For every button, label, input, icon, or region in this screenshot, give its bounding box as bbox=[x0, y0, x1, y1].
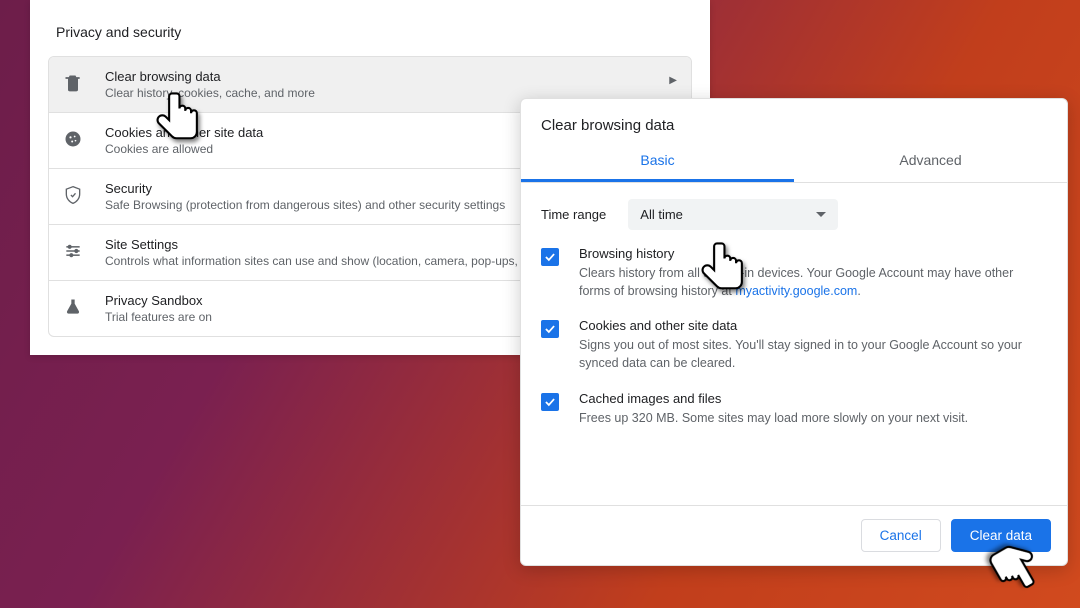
dialog-title: Clear browsing data bbox=[521, 99, 1067, 140]
option-title: Browsing history bbox=[579, 246, 1047, 261]
time-range-select[interactable]: All time bbox=[628, 199, 838, 230]
clear-browsing-data-dialog: Clear browsing data Basic Advanced Time … bbox=[520, 98, 1068, 566]
option-browsing-history: Browsing history Clears history from all… bbox=[541, 246, 1047, 300]
cursor-pointer-icon bbox=[155, 90, 203, 153]
shield-icon bbox=[63, 185, 83, 205]
sliders-icon bbox=[63, 241, 83, 261]
chevron-right-icon: ▶ bbox=[669, 75, 677, 86]
checkbox-cached[interactable] bbox=[541, 393, 559, 411]
tab-advanced[interactable]: Advanced bbox=[794, 140, 1067, 182]
settings-item-title: Clear browsing data bbox=[105, 69, 675, 84]
option-cookies: Cookies and other site data Signs you ou… bbox=[541, 318, 1047, 372]
cursor-pointer-icon bbox=[700, 240, 748, 303]
trash-icon bbox=[63, 73, 83, 93]
option-desc: Frees up 320 MB. Some sites may load mor… bbox=[579, 409, 1047, 427]
tab-basic[interactable]: Basic bbox=[521, 140, 794, 182]
flask-icon bbox=[63, 297, 83, 317]
dialog-tabs: Basic Advanced bbox=[521, 140, 1067, 183]
time-range-row: Time range All time bbox=[521, 183, 1067, 246]
caret-down-icon bbox=[816, 212, 826, 217]
section-title: Privacy and security bbox=[56, 24, 692, 40]
options-list: Browsing history Clears history from all… bbox=[521, 246, 1067, 455]
option-title: Cached images and files bbox=[579, 391, 1047, 406]
option-desc: Signs you out of most sites. You'll stay… bbox=[579, 336, 1047, 372]
option-title: Cookies and other site data bbox=[579, 318, 1047, 333]
checkbox-browsing-history[interactable] bbox=[541, 248, 559, 266]
checkbox-cookies[interactable] bbox=[541, 320, 559, 338]
option-desc: Clears history from all signed-in device… bbox=[579, 264, 1047, 300]
cookie-icon bbox=[63, 129, 83, 149]
myactivity-link[interactable]: myactivity.google.com bbox=[735, 284, 857, 298]
cancel-button[interactable]: Cancel bbox=[861, 519, 941, 552]
option-cached: Cached images and files Frees up 320 MB.… bbox=[541, 391, 1047, 427]
time-range-label: Time range bbox=[541, 207, 606, 222]
time-range-value: All time bbox=[640, 207, 683, 222]
